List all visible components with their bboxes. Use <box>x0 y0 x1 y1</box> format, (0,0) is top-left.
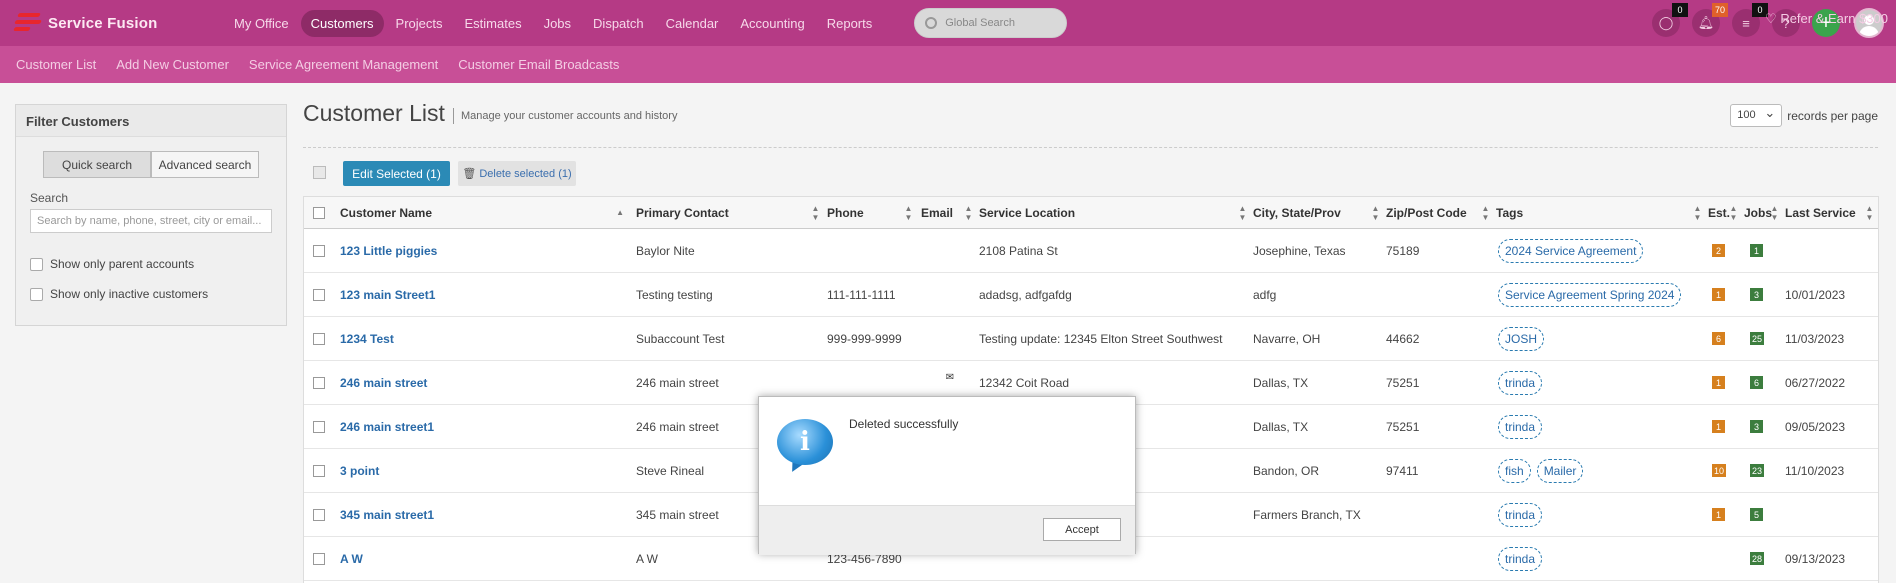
dialog-message: Deleted successfully <box>849 417 959 431</box>
info-icon: i <box>777 419 833 465</box>
info-dialog: i Deleted successfully Accept <box>758 396 1136 555</box>
accept-button[interactable]: Accept <box>1043 518 1121 541</box>
dialog-body: i Deleted successfully <box>759 397 1135 505</box>
dialog-footer: Accept <box>759 505 1135 555</box>
